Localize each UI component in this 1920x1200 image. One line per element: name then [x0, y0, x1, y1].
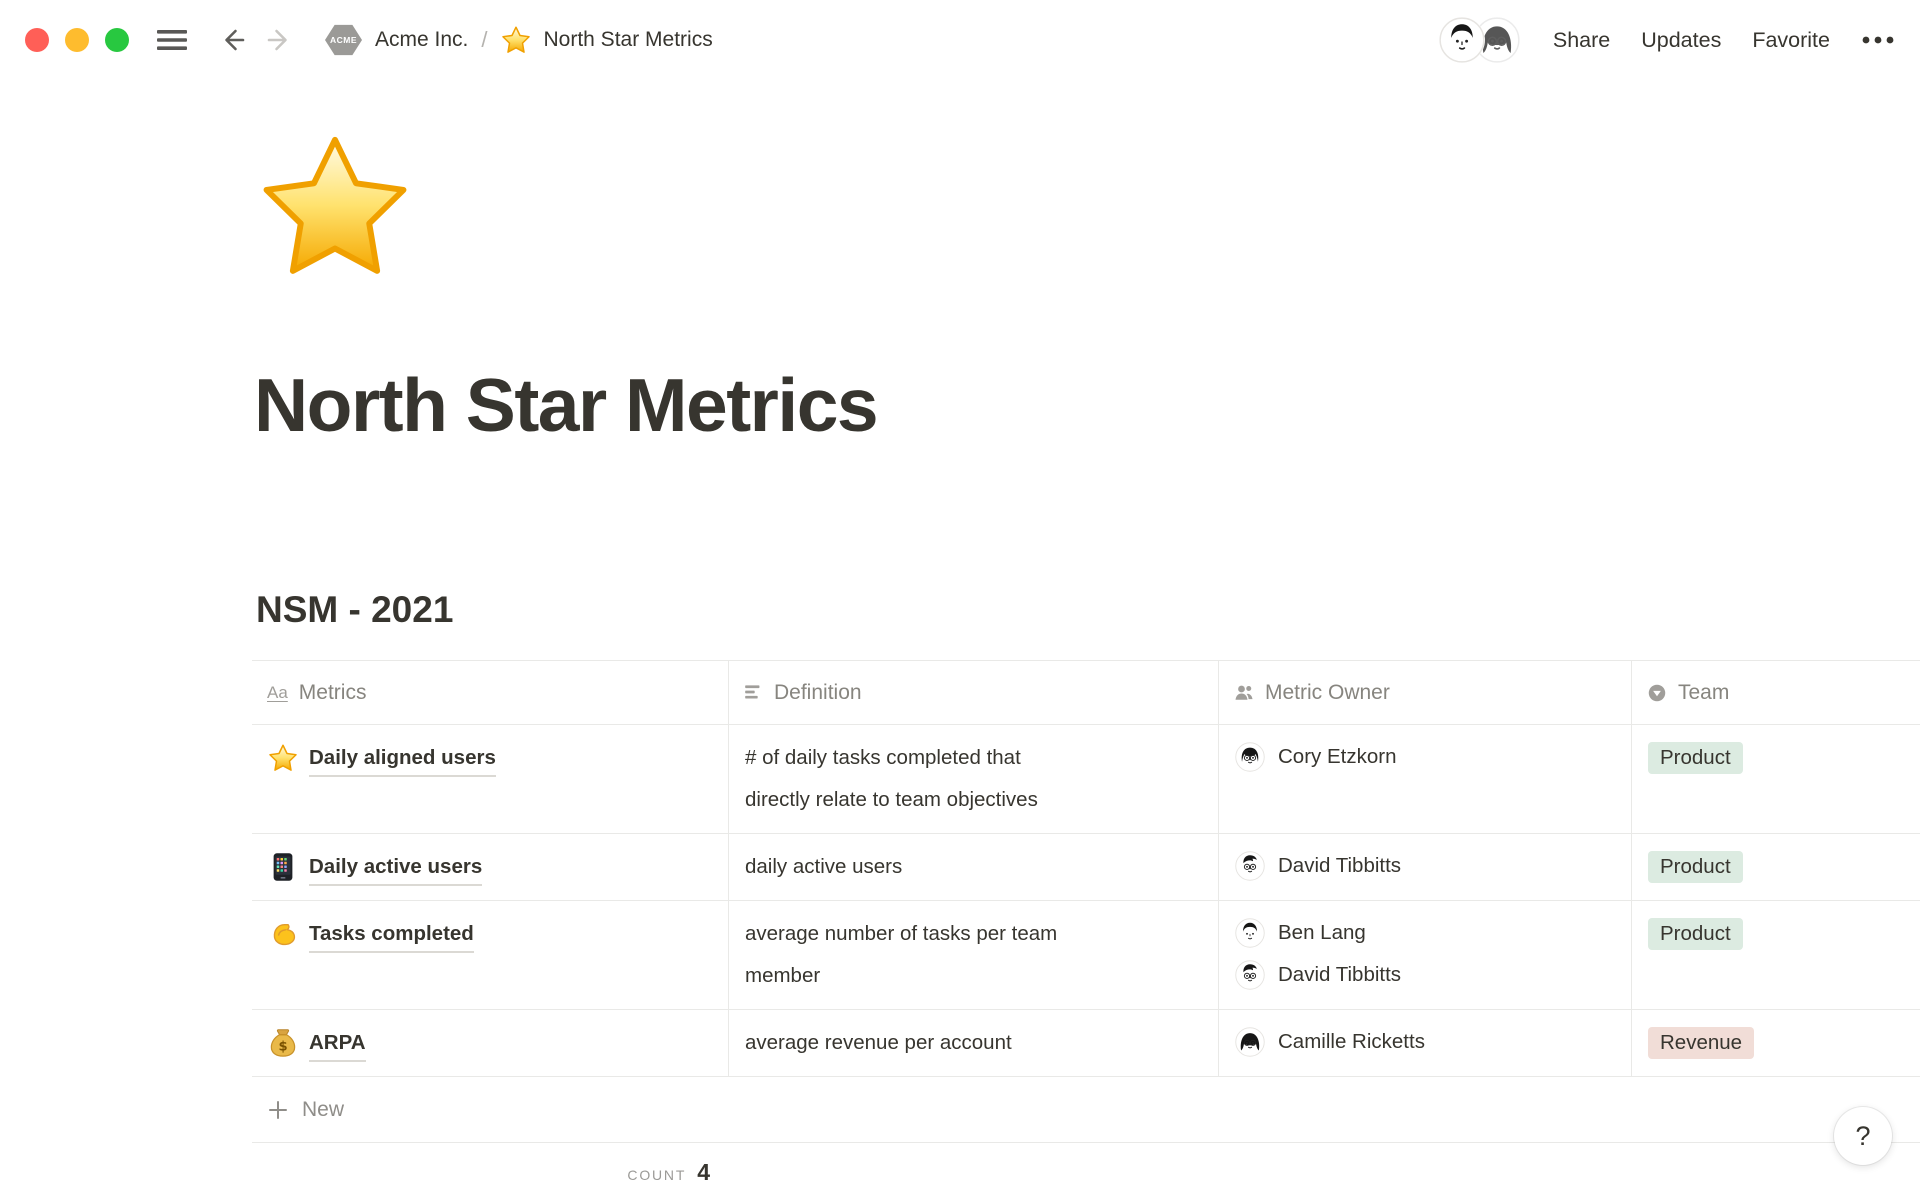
breadcrumb-page[interactable]: North Star Metrics — [544, 28, 713, 52]
owner-avatar — [1235, 742, 1265, 772]
person-icon — [1234, 683, 1254, 703]
team-cell[interactable]: Product — [1631, 725, 1920, 834]
presence-avatars[interactable] — [1439, 17, 1520, 63]
breadcrumb: ACME Acme Inc. / North Star Metrics — [325, 24, 713, 57]
metric-page-link[interactable]: Tasks completed — [309, 917, 474, 953]
metric-page-link[interactable]: Daily active users — [309, 850, 482, 886]
window-controls — [25, 28, 129, 52]
back-arrow-icon[interactable] — [217, 24, 249, 56]
new-row-button[interactable]: New — [252, 1077, 1920, 1143]
help-button[interactable]: ? — [1834, 1107, 1892, 1165]
forward-arrow-icon[interactable] — [263, 24, 295, 56]
select-icon — [1647, 683, 1667, 703]
team-cell[interactable]: Product — [1631, 834, 1920, 901]
page-title[interactable]: North Star Metrics — [254, 366, 877, 445]
title-icon: Aa — [267, 683, 288, 703]
metric-cell[interactable]: Daily active users — [252, 834, 728, 901]
owner-cell[interactable]: Camille Ricketts — [1218, 1010, 1631, 1077]
definition-text: average revenue per account — [745, 1022, 1012, 1064]
definition-text: daily active users — [745, 846, 902, 888]
phone-icon — [268, 852, 298, 882]
team-tag[interactable]: Revenue — [1648, 1027, 1754, 1059]
owner-cell[interactable]: Ben Lang David Tibbitts — [1218, 901, 1631, 1010]
text-icon — [744, 683, 763, 702]
owner-name: David Tibbitts — [1278, 854, 1401, 878]
star-icon — [501, 25, 531, 55]
owner-entry[interactable]: Cory Etzkorn — [1235, 736, 1615, 778]
count-value: 4 — [697, 1159, 710, 1186]
updates-button[interactable]: Updates — [1641, 28, 1721, 53]
definition-cell[interactable]: average revenue per account — [728, 1010, 1218, 1077]
owner-entry[interactable]: Camille Ricketts — [1235, 1021, 1615, 1063]
owner-name: David Tibbitts — [1278, 963, 1401, 987]
column-header-definition[interactable]: Definition — [728, 661, 1218, 725]
breadcrumb-separator: / — [481, 27, 487, 53]
owner-avatar — [1235, 1027, 1265, 1057]
column-header-metrics[interactable]: Aa Metrics — [252, 661, 728, 725]
column-header-team[interactable]: Team — [1631, 661, 1920, 725]
team-cell[interactable]: Product — [1631, 901, 1920, 1010]
ellipsis-icon[interactable] — [1861, 35, 1895, 45]
owner-cell[interactable]: David Tibbitts — [1218, 834, 1631, 901]
count-calculation[interactable]: COUNT 4 — [252, 1143, 728, 1186]
owner-entry[interactable]: Ben Lang — [1235, 912, 1615, 954]
traffic-zoom[interactable] — [105, 28, 129, 52]
metric-cell[interactable]: $ ARPA — [252, 1010, 728, 1077]
workspace-logo: ACME — [325, 24, 362, 57]
bicep-icon — [268, 919, 298, 949]
metrics-table: Aa Metrics Definition Metric Owner Team … — [252, 660, 1920, 1186]
definition-cell[interactable]: average number of tasks per team member — [728, 901, 1218, 1010]
metric-cell[interactable]: Daily aligned users — [252, 725, 728, 834]
team-tag[interactable]: Product — [1648, 851, 1743, 883]
column-header-metric-owner[interactable]: Metric Owner — [1218, 661, 1631, 725]
team-tag[interactable]: Product — [1648, 742, 1743, 774]
star-icon — [268, 743, 298, 773]
metric-page-link[interactable]: ARPA — [309, 1026, 366, 1062]
share-button[interactable]: Share — [1553, 28, 1610, 53]
owner-name: Cory Etzkorn — [1278, 745, 1396, 769]
svg-text:$: $ — [278, 1039, 287, 1054]
definition-cell[interactable]: daily active users — [728, 834, 1218, 901]
owner-cell[interactable]: Cory Etzkorn — [1218, 725, 1631, 834]
section-heading[interactable]: NSM - 2021 — [256, 589, 453, 631]
owner-avatar — [1235, 851, 1265, 881]
owner-avatar — [1235, 918, 1265, 948]
breadcrumb-workspace[interactable]: Acme Inc. — [375, 28, 468, 52]
owner-name: Camille Ricketts — [1278, 1030, 1425, 1054]
moneybag-icon: $ — [268, 1028, 298, 1058]
plus-icon — [267, 1099, 289, 1121]
favorite-button[interactable]: Favorite — [1752, 28, 1830, 53]
definition-cell[interactable]: # of daily tasks completed that directly… — [728, 725, 1218, 834]
traffic-close[interactable] — [25, 28, 49, 52]
definition-text: # of daily tasks completed that directly… — [745, 737, 1080, 821]
owner-name: Ben Lang — [1278, 921, 1366, 945]
definition-text: average number of tasks per team member — [745, 913, 1080, 997]
team-cell[interactable]: Revenue — [1631, 1010, 1920, 1077]
count-label: COUNT — [627, 1167, 686, 1183]
owner-entry[interactable]: David Tibbitts — [1235, 845, 1615, 887]
metric-cell[interactable]: Tasks completed — [252, 901, 728, 1010]
traffic-minimize[interactable] — [65, 28, 89, 52]
owner-avatar — [1235, 960, 1265, 990]
metric-page-link[interactable]: Daily aligned users — [309, 741, 496, 777]
page-icon-star[interactable] — [256, 128, 414, 286]
owner-entry[interactable]: David Tibbitts — [1235, 954, 1615, 996]
team-tag[interactable]: Product — [1648, 918, 1743, 950]
male-sketch-avatar[interactable] — [1439, 17, 1485, 63]
top-bar: ACME Acme Inc. / North Star Metrics Shar… — [0, 0, 1920, 80]
hamburger-menu-icon[interactable] — [157, 28, 187, 52]
